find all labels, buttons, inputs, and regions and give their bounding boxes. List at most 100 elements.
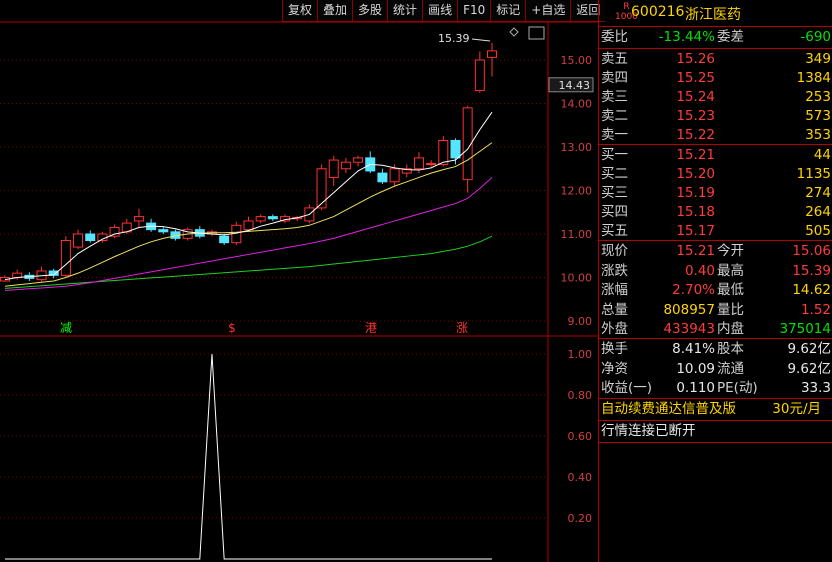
stat-row[interactable]: 涨幅 2.70% 最低 14.62 (599, 280, 832, 301)
ask-label: 卖一 (601, 127, 628, 143)
candle-body (474, 59, 485, 91)
ask-price: 15.24 (676, 89, 715, 105)
stat-label: 最高 (717, 262, 744, 279)
bid-price: 15.19 (676, 185, 715, 201)
indicator-tick-label: 0.80 (568, 389, 593, 402)
weibi-row: 委比 -13.44% 委差 -690 (599, 27, 832, 48)
candle-body (353, 157, 364, 163)
bid-volume: 505 (805, 223, 831, 239)
ask-label: 卖五 (601, 51, 628, 67)
stat-label: 外盘 (601, 321, 628, 337)
price-tick-label: 11.00 (561, 228, 593, 241)
bid-price: 15.21 (676, 147, 715, 163)
fundamental-row[interactable]: 换手 8.41% 股本 9.62亿 (599, 339, 832, 360)
chart-area: 15.00 14.00 13.00 12.00 11.00 10.00 9.00 14.43 1… (0, 21, 598, 562)
ask-volume: 253 (805, 89, 831, 105)
price-tick-label: 14.00 (561, 98, 593, 111)
event-marker: 涨 (456, 320, 468, 335)
bid-price: 15.20 (676, 166, 715, 182)
stat-row[interactable]: 外盘 433943 内盘 375014 (599, 319, 832, 340)
current-price-label: 14.43 (559, 79, 591, 92)
stock-code[interactable]: 600216 (631, 4, 684, 20)
bid-row[interactable]: 买一 15.21 44 (599, 145, 832, 166)
candle-body (60, 240, 71, 276)
ask-label: 卖三 (601, 89, 628, 105)
bid-volume: 1135 (796, 166, 831, 182)
bid-volume: 274 (805, 185, 831, 201)
promo-text[interactable]: 自动续费通达信普及版 (601, 399, 736, 420)
price-tick-label: 12.00 (561, 185, 593, 198)
ask-label: 卖四 (601, 70, 628, 86)
bid-price: 15.18 (676, 204, 715, 220)
indicator-tick-label: 0.40 (568, 471, 593, 484)
bid-row[interactable]: 买五 15.17 505 (599, 221, 832, 242)
ask-row[interactable]: 卖五 15.26 349 (599, 49, 832, 70)
fundamental-value: 33.3 (800, 380, 831, 396)
stat-value: 15.39 (792, 262, 831, 279)
fundamental-row[interactable]: 净资 10.09 流通 9.62亿 (599, 359, 832, 380)
ask-price: 15.25 (676, 70, 715, 86)
ask-row[interactable]: 卖四 15.25 1384 (599, 68, 832, 89)
fundamental-value: 9.62亿 (787, 341, 831, 357)
ask-label: 卖二 (601, 108, 628, 124)
stat-label: 涨跌 (601, 262, 628, 279)
candle-body (426, 163, 437, 166)
bid-label: 买四 (601, 204, 628, 220)
high-annotation-arrow (471, 38, 491, 42)
ask-volume: 349 (805, 51, 831, 67)
stat-label: 总量 (601, 301, 628, 318)
bid-label: 买二 (601, 166, 628, 182)
ask-row[interactable]: 卖一 15.22 353 (599, 125, 832, 146)
ask-row[interactable]: 卖三 15.24 253 (599, 87, 832, 108)
stat-label: 最低 (717, 282, 744, 298)
weibi-value: -13.44% (658, 29, 715, 45)
bid-row[interactable]: 买三 15.19 274 (599, 183, 832, 204)
stat-label: 今开 (717, 243, 744, 259)
stat-row[interactable]: 总量 808957 量比 1.52 (599, 300, 832, 321)
candle-body (377, 172, 388, 183)
stock-name[interactable]: 浙江医药 (685, 4, 741, 24)
price-tick-label: 13.00 (561, 141, 593, 154)
promo-row[interactable]: 自动续费通达信普及版 30元/月 (599, 399, 832, 420)
window-toggle-icon (528, 26, 545, 40)
candle-body (438, 139, 449, 165)
indicator-tick-label: 1.00 (568, 348, 593, 361)
ask-price: 15.23 (676, 108, 715, 124)
candle-body (413, 157, 424, 170)
fundamental-label: 换手 (601, 341, 628, 357)
candle-body (328, 159, 339, 178)
fundamental-label: 股本 (717, 341, 744, 357)
bid-volume: 264 (805, 204, 831, 220)
fundamental-label: 收益(一) (601, 380, 653, 396)
bid-row[interactable]: 买四 15.18 264 (599, 202, 832, 223)
candle-body (316, 168, 327, 209)
event-marker: $ (228, 321, 236, 335)
fundamental-label: 流通 (717, 360, 744, 377)
fundamental-row[interactable]: 收益(一) 0.110 PE(动) 33.3 (599, 378, 832, 399)
stat-value: 14.62 (792, 282, 831, 298)
stat-row[interactable]: 涨跌 0.40 最高 15.39 (599, 261, 832, 282)
fundamental-label: PE(动) (717, 380, 758, 396)
stat-label: 内盘 (717, 321, 744, 337)
fundamental-value: 9.62亿 (787, 360, 831, 377)
stat-value: 15.21 (676, 243, 715, 259)
quote-panel: R 1000 600216 浙江医药 委比 -13.44% 委差 -690 卖五 1… (598, 0, 832, 562)
weibi-label: 委比 (601, 29, 628, 45)
bid-row[interactable]: 买二 15.20 1135 (599, 164, 832, 185)
quote-header: R 1000 600216 浙江医药 (599, 0, 832, 27)
candle-body (267, 216, 278, 220)
candle-body (487, 50, 497, 58)
stat-value: 2.70% (672, 282, 715, 298)
ask-price: 15.26 (676, 51, 715, 67)
ask-row[interactable]: 卖二 15.23 573 (599, 106, 832, 127)
weicha-value: -690 (800, 29, 831, 45)
price-tick-label: 15.00 (561, 54, 593, 67)
bid-label: 买五 (601, 223, 628, 239)
stat-row[interactable]: 现价 15.21 今开 15.06 (599, 241, 832, 262)
high-price-annotation: 15.39 (438, 32, 470, 45)
event-marker: 减 (60, 321, 72, 335)
promo-price[interactable]: 30元/月 (772, 399, 821, 420)
event-marker: 港 (365, 321, 377, 335)
status-row: 行情连接已断开 (599, 421, 832, 442)
indicator-line (5, 353, 492, 560)
